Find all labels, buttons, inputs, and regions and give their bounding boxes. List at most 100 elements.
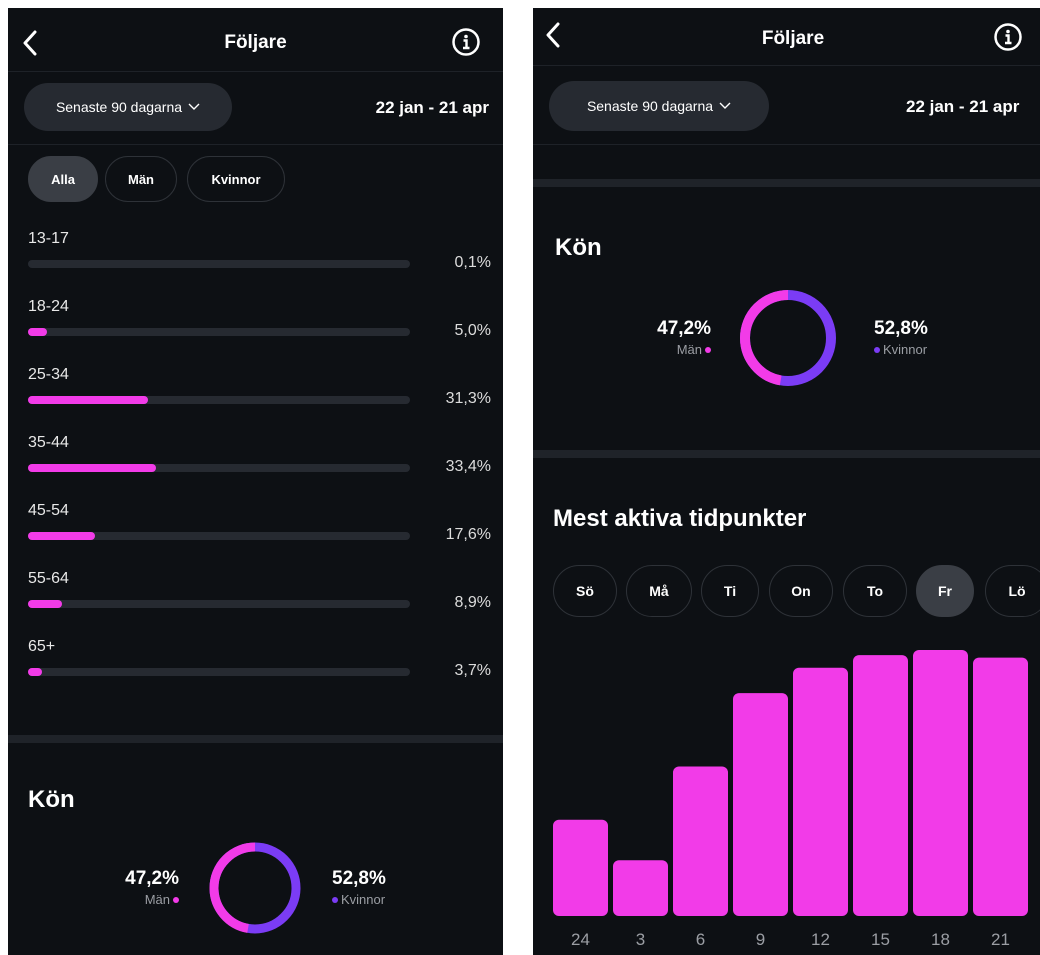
period-label: Senaste 90 dagarna	[55, 99, 183, 115]
women-percentage: 52,8%	[332, 868, 386, 889]
age-percentage: 0,1%	[454, 254, 491, 271]
tab-label: Män	[128, 171, 154, 187]
age-label: 35-44	[28, 434, 69, 451]
age-row: 13-17 0,1%	[8, 230, 503, 298]
age-percentage: 31,3%	[445, 390, 491, 407]
activity-bar-24	[553, 819, 608, 916]
women-percentage: 52,8%	[874, 318, 928, 339]
day-label: On	[791, 583, 811, 599]
activity-bar-3	[613, 860, 668, 916]
age-percentage: 17,6%	[445, 526, 491, 543]
women-label: Kvinnor	[341, 892, 386, 907]
age-row: 18-24 5,0%	[8, 298, 503, 366]
info-icon	[994, 23, 1022, 51]
right-screen: Följare Senaste 90 dagarna 22 jan - 21 a…	[533, 8, 1040, 955]
age-percentage: 5,0%	[454, 322, 491, 339]
age-percentage: 8,9%	[454, 594, 491, 611]
day-chip-on[interactable]: On	[769, 565, 833, 617]
day-chip-fr[interactable]: Fr	[916, 565, 974, 617]
activity-bar-chart	[553, 650, 1028, 916]
men-label: Män	[676, 342, 702, 357]
period-dropdown[interactable]: Senaste 90 dagarna	[24, 83, 232, 131]
period-dropdown[interactable]: Senaste 90 dagarna	[549, 81, 769, 131]
age-label: 65+	[28, 638, 56, 655]
day-chip-ti[interactable]: Ti	[701, 565, 759, 617]
age-label: 18-24	[28, 298, 69, 315]
info-button[interactable]	[451, 27, 481, 57]
hour-tick-label: 9	[755, 930, 766, 949]
women-dot	[332, 896, 338, 903]
age-row: 65+ 3,7%	[8, 638, 503, 706]
hour-tick-label: 21	[991, 930, 1010, 949]
men-percentage: 47,2%	[125, 868, 179, 889]
day-label: To	[866, 583, 884, 599]
tab-kvinnor[interactable]: Kvinnor	[187, 156, 285, 202]
age-label: 13-17	[28, 230, 69, 247]
page-title: Följare	[224, 32, 287, 53]
men-dot	[173, 896, 179, 903]
day-label: Må	[649, 583, 669, 599]
tab-label: Kvinnor	[211, 171, 261, 187]
age-bar-fill	[28, 464, 156, 472]
activity-bar-6	[673, 766, 728, 916]
day-label: Sö	[576, 583, 594, 599]
hour-tick-label: 15	[871, 930, 890, 949]
chevron-down-icon	[188, 103, 200, 110]
age-percentage: 3,7%	[454, 662, 491, 679]
page-title: Följare	[761, 28, 825, 49]
period-label: Senaste 90 dagarna	[586, 98, 714, 114]
age-bar-track	[28, 532, 410, 540]
day-chip-lo[interactable]: Lö	[985, 565, 1040, 617]
gender-title: Kön	[555, 234, 602, 261]
chevron-down-icon	[719, 102, 731, 109]
men-legend: Män	[677, 342, 711, 357]
age-row: 55-64 8,9%	[8, 570, 503, 638]
info-button[interactable]	[993, 22, 1023, 52]
age-row: 35-44 33,4%	[8, 434, 503, 502]
men-label: Män	[144, 892, 170, 907]
gender-donut	[740, 290, 836, 386]
age-bar-track	[28, 396, 410, 404]
day-chip-ma[interactable]: Må	[626, 565, 692, 617]
activity-bar-15	[853, 655, 908, 916]
age-bar-fill	[28, 600, 62, 608]
age-bar-fill	[28, 328, 48, 336]
date-range: 22 jan - 21 apr	[906, 97, 1020, 116]
tab-label: Alla	[51, 171, 75, 187]
info-icon	[452, 28, 480, 56]
day-chip-to[interactable]: To	[843, 565, 907, 617]
age-bar-track	[28, 668, 410, 676]
age-row: 45-54 17,6%	[8, 502, 503, 570]
left-screen: Följare Senaste 90 dagarna 22 jan - 21 a…	[8, 8, 503, 955]
date-range: 22 jan - 21 apr	[375, 98, 489, 117]
back-button[interactable]	[545, 22, 561, 48]
age-bar-fill	[28, 668, 43, 676]
age-bar-track	[28, 600, 410, 608]
hour-tick-label: 24	[571, 930, 590, 949]
age-label: 45-54	[28, 502, 69, 519]
hour-tick-label: 18	[931, 930, 950, 949]
day-label: Ti	[723, 583, 737, 599]
age-bar-track	[28, 328, 410, 336]
gender-title: Kön	[28, 786, 75, 813]
age-row: 25-34 31,3%	[8, 366, 503, 434]
day-chip-so[interactable]: Sö	[553, 565, 617, 617]
age-bar-fill	[28, 396, 148, 404]
day-label: Fr	[938, 583, 952, 599]
age-bar-fill	[28, 532, 96, 540]
hour-tick-label: 12	[811, 930, 830, 949]
men-dot	[705, 346, 711, 353]
day-label: Lö	[1008, 583, 1026, 599]
tab-alla[interactable]: Alla	[28, 156, 98, 202]
women-label: Kvinnor	[883, 342, 928, 357]
age-label: 25-34	[28, 366, 69, 383]
activity-bar-18	[913, 650, 968, 916]
gender-donut	[209, 842, 301, 934]
women-dot	[874, 346, 880, 353]
men-legend: Män	[145, 892, 179, 907]
men-percentage: 47,2%	[657, 318, 711, 339]
age-bar-track	[28, 260, 410, 268]
age-bar-track	[28, 464, 410, 472]
activity-bar-9	[733, 693, 788, 916]
tab-man[interactable]: Män	[105, 156, 177, 202]
